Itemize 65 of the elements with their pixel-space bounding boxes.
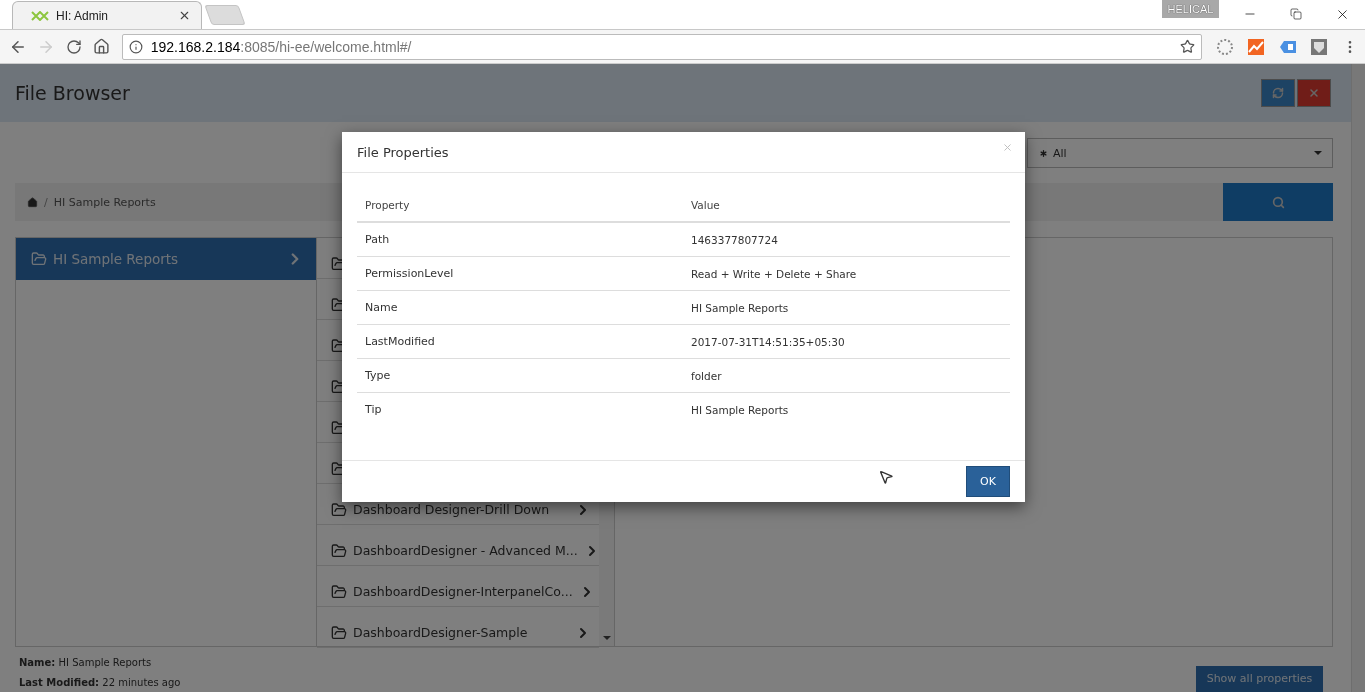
folder-item[interactable]: DashboardDesigner-InterpanelCo... <box>317 566 599 607</box>
folder-item[interactable]: HI Sample Reports <box>16 238 316 280</box>
search-icon <box>1271 195 1285 209</box>
chart-extension-icon[interactable] <box>1247 37 1265 56</box>
reload-icon <box>65 38 82 55</box>
folder-name: DashboardDesigner-InterpanelCo... <box>353 584 573 599</box>
filter-select[interactable]: All <box>1027 138 1333 168</box>
folder-icon <box>331 583 347 600</box>
home-icon <box>93 38 111 55</box>
breadcrumb-separator: / <box>44 195 48 209</box>
page-scrollbar[interactable] <box>1351 64 1365 692</box>
table-cell-text: Path <box>365 233 391 246</box>
folder-item[interactable]: DashboardDesigner-Sample <box>317 607 599 648</box>
ok-button[interactable]: OK <box>966 466 1010 497</box>
extension-icon[interactable] <box>1215 37 1234 56</box>
folder-icon <box>31 251 47 267</box>
profile-label[interactable]: HELICAL <box>1162 0 1219 18</box>
mouse-pointer-icon <box>878 469 894 485</box>
folder-name: DashboardDesigner - Advanced M... <box>353 543 578 558</box>
table-cell-text: 1463377807724 <box>691 233 779 246</box>
detail-text: Name: HI Sample Reports <box>19 657 153 668</box>
dialog-title: File Properties <box>357 144 449 160</box>
asterisk-icon <box>1038 147 1049 159</box>
folder-name: DashboardDesigner-Sample <box>353 625 529 640</box>
app-logo-icon <box>31 10 49 21</box>
folder-name: HI Sample Reports <box>53 251 180 267</box>
table-cell-text: PermissionLevel <box>365 267 455 280</box>
tab-title: HI: Admin <box>56 8 110 23</box>
folder-item[interactable]: DashboardDesigner - Advanced M... <box>317 525 599 566</box>
breadcrumb-item[interactable]: HI Sample Reports <box>53 195 156 209</box>
table-cell-text: 2017-07-31T14:51:35+05:30 <box>691 335 846 348</box>
refresh-button[interactable] <box>1261 79 1295 107</box>
detail-text: Last Modified: 22 minutes ago <box>19 677 181 688</box>
refresh-icon <box>1272 87 1284 99</box>
table-cell-text: HI Sample Reports <box>691 301 790 314</box>
table-cell-text: LastModified <box>365 335 436 348</box>
address-bar[interactable]: 192.168.2.184:8085/hi-ee/welcome.html#/ <box>121 33 1202 60</box>
info-icon[interactable] <box>128 39 143 54</box>
show-all-properties-button[interactable]: Show all properties <box>1196 666 1323 692</box>
url-text: 192.168.2.184:8085/hi-ee/welcome.html#/ <box>150 38 413 55</box>
table-cell-text: Name <box>365 301 399 314</box>
close-button[interactable] <box>1002 142 1013 153</box>
close-icon <box>1002 142 1013 153</box>
folder-icon <box>331 501 347 518</box>
page-title: File Browser <box>15 82 130 104</box>
table-cell-text: Tip <box>365 403 383 416</box>
close-icon[interactable] <box>178 9 191 22</box>
folder-name: Dashboard Designer-Drill Down <box>353 502 551 517</box>
table-cell-text: Read + Write + Delete + Share <box>691 267 858 280</box>
column-header: Property <box>365 198 411 211</box>
folder-icon <box>331 624 347 641</box>
caret-icon <box>1314 151 1322 155</box>
column-header: Value <box>691 198 721 211</box>
scroll-down-icon[interactable] <box>602 636 611 640</box>
folder-icon <box>331 542 347 559</box>
table-cell-text: folder <box>691 369 723 382</box>
new-tab-button[interactable] <box>204 5 246 25</box>
table-cell-text: HI Sample Reports <box>691 403 790 416</box>
restore-icon <box>1290 8 1302 20</box>
table-cell-text: Type <box>365 369 392 382</box>
browser-tab[interactable]: HI: Admin <box>12 1 202 29</box>
close-icon <box>1308 87 1320 99</box>
shield-extension-icon[interactable] <box>1310 37 1328 56</box>
home-icon[interactable] <box>27 196 38 208</box>
bookmark-star-icon[interactable] <box>1179 39 1195 54</box>
